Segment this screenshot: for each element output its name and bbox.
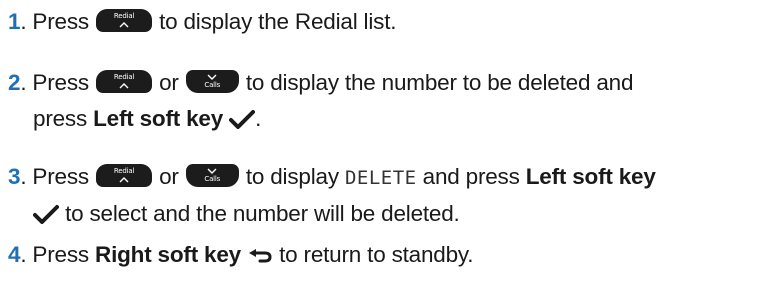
step-text: .: [255, 106, 262, 131]
step-4: 4. Press Right soft key to return to sta…: [8, 237, 474, 273]
step-number: 3: [8, 164, 21, 189]
step-text: to return to standby.: [279, 242, 474, 267]
step-number: 1: [8, 9, 21, 34]
step-text: to display the Redial list.: [159, 9, 397, 34]
step-number: 2: [8, 70, 21, 95]
redial-up-key-icon: Redial: [96, 70, 153, 93]
key-label: Redial: [113, 12, 135, 20]
key-label: Calls: [204, 81, 221, 89]
soft-key-name: Right soft key: [95, 242, 241, 267]
chevron-down-icon: [207, 168, 217, 174]
step-3: 3. Press Redial or Calls to display DELE…: [8, 159, 656, 232]
step-text: . Press: [20, 164, 89, 189]
step-text: . Press: [20, 70, 89, 95]
step-text: to select and the number will be deleted…: [65, 201, 460, 226]
key-label: Calls: [204, 175, 221, 183]
chevron-up-icon: [119, 83, 129, 89]
step-text: or: [159, 164, 179, 189]
redial-up-key-icon: Redial: [96, 9, 153, 32]
step-text: or: [159, 70, 179, 95]
calls-down-key-icon: Calls: [185, 70, 239, 93]
soft-key-name: Left soft key: [93, 106, 224, 131]
step-text: . Press: [20, 9, 89, 34]
key-label: Redial: [113, 73, 135, 81]
checkmark-icon: [229, 110, 256, 129]
step-text: to display the number to be deleted and: [245, 70, 634, 95]
instructions-document: 1. Press Redial to display the Redial li…: [0, 0, 778, 282]
chevron-down-icon: [207, 74, 217, 80]
step-number: 4: [8, 242, 21, 267]
soft-key-name: Left soft key: [525, 164, 656, 189]
step-text: press: [33, 106, 88, 131]
redial-up-key-icon: Redial: [96, 164, 153, 187]
step-2: 2. Press Redial or Calls to display the …: [8, 65, 633, 137]
checkmark-icon: [33, 205, 59, 224]
calls-down-key-icon: Calls: [185, 164, 239, 187]
step-text: to display: [245, 164, 339, 189]
step-text: . Press: [20, 242, 89, 267]
step-text: and press: [422, 164, 520, 189]
key-label: Redial: [113, 167, 135, 175]
back-arrow-icon: [249, 249, 272, 263]
chevron-up-icon: [119, 177, 129, 183]
display-text: DELETE: [344, 167, 417, 189]
chevron-up-icon: [119, 22, 129, 28]
step-1: 1. Press Redial to display the Redial li…: [8, 4, 397, 40]
